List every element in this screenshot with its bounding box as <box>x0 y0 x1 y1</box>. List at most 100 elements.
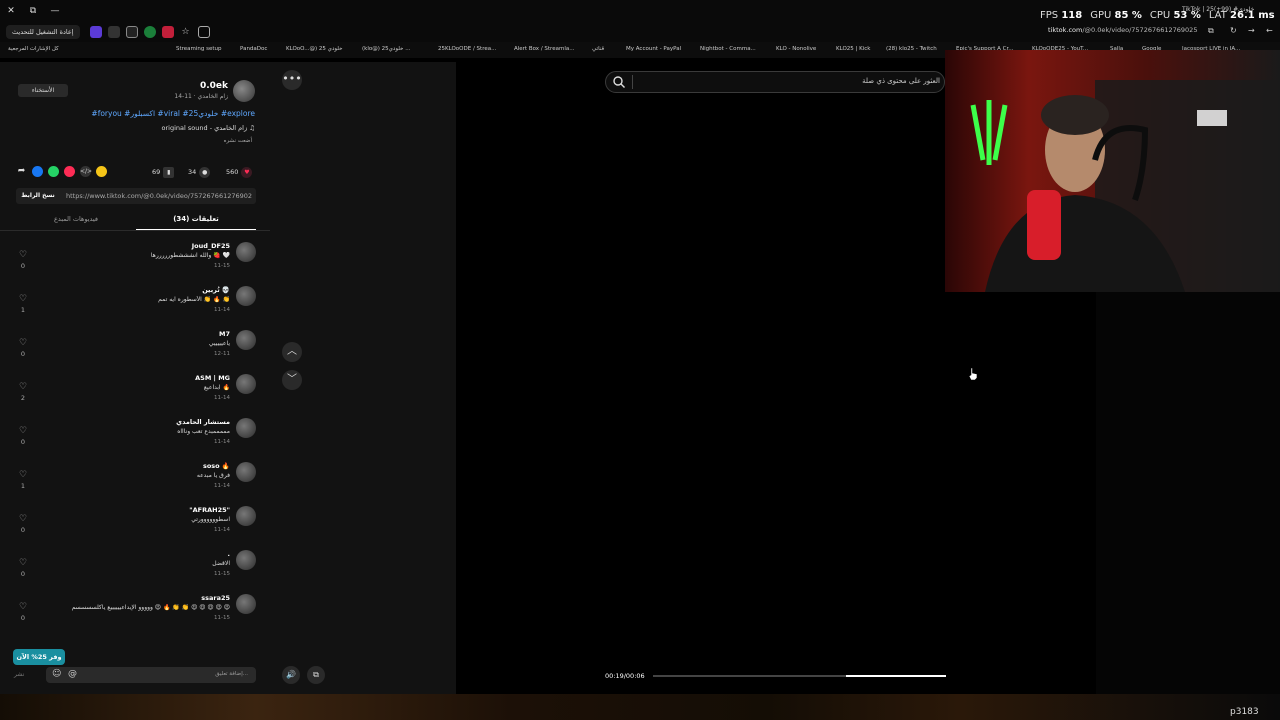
follow-button[interactable]: الأستخناء <box>18 84 68 97</box>
original-sound-link[interactable]: original sound - زام الخامدي ♫ <box>20 124 255 132</box>
extension-icon[interactable] <box>143 26 156 38</box>
bookmark-item[interactable]: كل الإشارات المرجعية <box>8 46 59 52</box>
commenter-name[interactable]: soso 🔥 <box>60 462 230 470</box>
commenter-avatar[interactable] <box>236 462 256 482</box>
tab-creator-videos[interactable]: فيديوهات المبدع <box>16 212 136 230</box>
extension-icon[interactable] <box>107 26 120 38</box>
commenter-name[interactable]: . <box>60 550 230 558</box>
post-comment-button[interactable]: نشر <box>14 671 24 678</box>
comment-text: مممممبدع تعب وناااه <box>177 428 230 435</box>
reload-icon[interactable]: ↻ <box>1230 26 1237 35</box>
comment-text: ياعيييييي <box>208 340 230 347</box>
bookmark-item[interactable]: Streaming setup <box>176 46 222 52</box>
minimize-window-icon[interactable]: — <box>44 1 66 21</box>
commenter-avatar[interactable] <box>236 418 256 438</box>
hand-cursor-icon <box>968 368 978 380</box>
comment-date: 11-15 <box>214 615 230 621</box>
mention-icon[interactable]: @ <box>68 669 77 679</box>
bookmark-item[interactable]: Alert Box / Streamla... <box>514 46 574 52</box>
commenter-name[interactable]: "AFRAH25" <box>60 506 230 514</box>
bookmark-icon[interactable]: ▮ <box>163 166 175 178</box>
bookmark-star-icon[interactable]: ☆ <box>180 26 192 38</box>
whatsapp-icon[interactable] <box>48 166 59 177</box>
boost-promo-badge[interactable]: وفر 25% الآن <box>13 649 65 665</box>
facebook-icon[interactable] <box>32 166 43 177</box>
restore-window-icon[interactable]: ⧉ <box>22 1 44 21</box>
volume-icon[interactable]: 🔊 <box>282 666 300 684</box>
close-window-icon[interactable]: ✕ <box>0 1 22 21</box>
heart-icon[interactable]: ♡ <box>16 382 30 392</box>
search-icon[interactable] <box>612 75 626 89</box>
heart-icon[interactable]: ♡ <box>16 470 30 480</box>
commenter-avatar[interactable] <box>236 594 256 614</box>
bookmark-item[interactable]: KLO25 | Kick <box>836 46 871 52</box>
commenter-avatar[interactable] <box>236 374 256 394</box>
bookmark-item[interactable]: KLO - Nonolive <box>776 46 816 52</box>
commenter-avatar[interactable] <box>236 286 256 306</box>
comment-date: 11-15 <box>214 263 230 269</box>
cast-icon[interactable] <box>197 26 210 38</box>
commenter-avatar[interactable] <box>236 330 256 350</box>
bookmark-item[interactable]: (klo@) خلودي25 ... <box>362 46 410 52</box>
bookmark-item[interactable]: KLOoO...@) خلودي 25 <box>286 46 343 52</box>
extension-icon[interactable] <box>89 26 102 38</box>
author-name[interactable]: 0.0ek <box>150 81 228 91</box>
commenter-name[interactable]: Joud_DF25 <box>60 242 230 250</box>
comment-text: فرق يا مبدعه <box>196 472 230 479</box>
comment-icon[interactable]: ● <box>199 166 211 178</box>
url-path: /@0.0ek/video/7572676612769025298 <box>1082 26 1198 34</box>
heart-icon[interactable]: ♥ <box>241 166 253 178</box>
heart-icon[interactable]: ♡ <box>16 602 30 612</box>
share-arrow-icon[interactable]: ➦ <box>16 166 27 177</box>
post-caption[interactable]: #foryou #اكسبلور #viral #خلودي25 #explor… <box>20 109 255 118</box>
gpu-value: 85 % <box>1114 10 1142 21</box>
bookmark-item[interactable]: PandaDoc <box>240 46 267 52</box>
playback-time: 00:19/00:06 <box>605 672 645 680</box>
previous-video-button[interactable]: ︿ <box>282 342 302 362</box>
commenter-avatar[interactable] <box>236 506 256 526</box>
commenter-name[interactable]: ssara25 <box>60 594 230 602</box>
heart-icon[interactable]: ♡ <box>16 338 30 348</box>
comment-input[interactable]: إضافة تعليق... @ ☺ <box>46 667 256 683</box>
emoji-icon[interactable]: ☺ <box>52 669 61 679</box>
heart-icon[interactable]: ♡ <box>16 514 30 524</box>
copy-link-field[interactable]: https://www.tiktok.com/@0.0ek/video/7572… <box>16 188 256 204</box>
tab-comments[interactable]: تعليقات (34) <box>136 212 256 230</box>
external-link-icon[interactable]: ⧉ <box>1208 26 1214 36</box>
author-avatar[interactable] <box>233 80 255 102</box>
heart-icon[interactable]: ♡ <box>16 294 30 304</box>
extension-icon[interactable] <box>161 26 174 38</box>
embed-code-icon[interactable]: </> <box>80 166 92 177</box>
bookmark-item[interactable]: My Account - PayPal <box>626 46 681 52</box>
bookmark-item[interactable]: 25KLOoODE / Strea... <box>438 46 496 52</box>
progress-bar-fill <box>846 675 946 677</box>
reload-to-update-button[interactable]: إعادة التشغيل للتحديث <box>6 25 80 39</box>
bookmark-item[interactable]: (28) klo25 - Twitch <box>886 46 937 52</box>
commenter-avatar[interactable] <box>236 550 256 570</box>
share-tiktok-friends-icon[interactable] <box>64 166 75 177</box>
commenter-name[interactable]: مستشار الحامدي <box>60 418 230 426</box>
save-action[interactable]: 69 ▮ <box>152 166 175 178</box>
bookmark-item[interactable]: Nightbot - Comma... <box>700 46 756 52</box>
extensions-puzzle-icon[interactable] <box>125 26 138 38</box>
copy-link-button[interactable]: نسخ الرابط <box>18 190 58 202</box>
lat-label: LAT <box>1208 10 1227 21</box>
address-bar[interactable]: tiktok.com/@0.0ek/video/7572676612769025… <box>1048 26 1198 34</box>
like-action[interactable]: 560 ♥ <box>226 166 253 178</box>
forward-icon[interactable]: ← <box>1266 26 1273 35</box>
heart-icon[interactable]: ♡ <box>16 426 30 436</box>
back-icon[interactable]: → <box>1248 26 1255 35</box>
heart-icon[interactable]: ♡ <box>16 558 30 568</box>
like-count: 560 <box>226 168 239 176</box>
bookmark-item[interactable]: قناتي <box>592 46 604 52</box>
commenter-name[interactable]: ASM | MG <box>60 374 230 382</box>
heart-icon[interactable]: ♡ <box>16 250 30 260</box>
comment-action[interactable]: 34 ● <box>188 166 211 178</box>
share-generic-icon[interactable] <box>96 166 107 177</box>
next-video-button[interactable]: ﹀ <box>282 370 302 390</box>
pip-icon[interactable]: ⧉ <box>307 666 325 684</box>
commenter-name[interactable]: M7 <box>60 330 230 338</box>
commenter-avatar[interactable] <box>236 242 256 262</box>
more-options-button[interactable]: ••• <box>282 70 302 90</box>
commenter-name[interactable]: تُربين 💀 <box>60 286 230 294</box>
